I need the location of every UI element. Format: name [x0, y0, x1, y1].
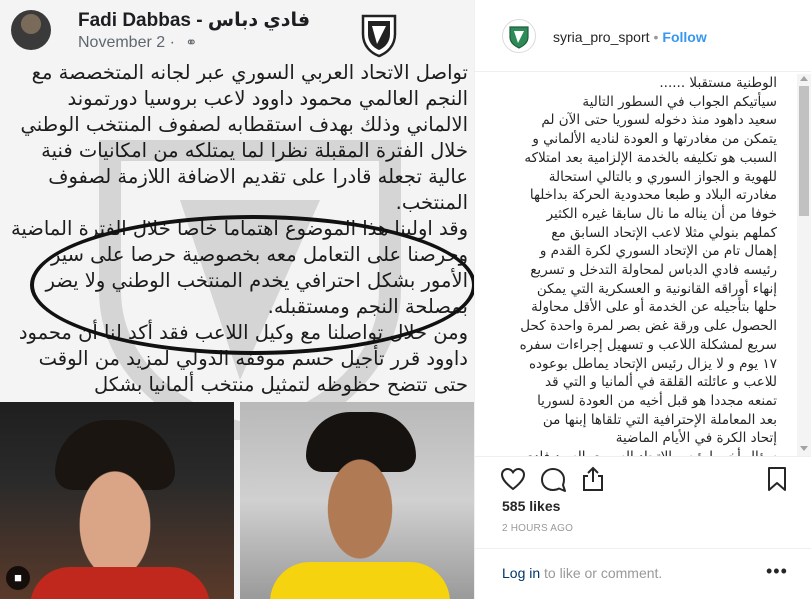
scroll-up-arrow[interactable]: [800, 76, 808, 81]
caption-line: مغادرته البلاد و طبعا محدودية الحركة بدا…: [529, 187, 777, 204]
caption-line: إهمال تام من الإتحاد السوري لكرة القدم و: [539, 243, 777, 260]
shield-logo-icon: [509, 26, 529, 49]
caption-line: إتحاد الكرة في الأيام الماضية: [615, 430, 777, 447]
facebook-date-separator: ·: [169, 34, 175, 51]
caption-line: تمنعه مجددا هو قبل أخيه من العودة لسوريا: [537, 392, 777, 409]
caption-line: رئيسه فادي الدباس لمحاولة التدخل و تسريع: [530, 262, 777, 279]
post-timestamp[interactable]: 2 HOURS AGO: [502, 523, 573, 534]
caption-line: سريع لمشكلة اللاعب و تسهيل إجراءات سفره: [519, 336, 777, 353]
caption-line: كملهم بنولي مثلا لاعب الإتحاد السابق مع: [551, 224, 777, 241]
caption-line: إنهاء أوراقه القانونية و العسكرية التي ي…: [536, 280, 777, 297]
caption-line: ١٧ يوم و لا يزال رئيس الإتحاد يماطل بوعو…: [528, 355, 777, 372]
player-shirt: [270, 562, 450, 599]
comment-icon[interactable]: [539, 465, 567, 493]
player-photo-right: [240, 402, 474, 599]
post-sidebar: syria_pro_sport • Follow الوطنية مستقبلا .…: [474, 0, 811, 599]
post-caption: الوطنية مستقبلا ...... سيأتيكم الجواب في …: [497, 74, 777, 456]
caption-line: سعيد داهود منذ دخوله لسوريا حتى الآن لم: [541, 112, 777, 129]
facebook-post-header: Fadi Dabbas - فادي دباس November 2 · ⚭: [0, 0, 474, 62]
profile-username[interactable]: syria_pro_sport: [553, 29, 650, 45]
header-user-line: syria_pro_sport • Follow: [553, 29, 707, 45]
caption-scrollbar[interactable]: [797, 74, 811, 456]
post-image[interactable]: Fadi Dabbas - فادي دباس November 2 · ⚭ ت…: [0, 0, 474, 599]
bookmark-icon[interactable]: [763, 465, 791, 493]
like-count[interactable]: 585 likes: [502, 498, 560, 514]
facebook-avatar: [11, 10, 51, 50]
more-options-icon[interactable]: •••: [766, 561, 788, 582]
player-shirt: [30, 567, 210, 599]
scroll-down-arrow[interactable]: [800, 446, 808, 451]
player-photo-left: [0, 402, 234, 599]
caption-line: السبب هو تكليفه بالخدمة الإلزامية بعد ام…: [524, 149, 777, 166]
login-prompt-text: to like or comment.: [540, 565, 663, 581]
facebook-date-text: November 2: [78, 34, 166, 51]
post-actions: [475, 456, 811, 500]
caption-line: الحصول على ورقة غض بصر لمرة واحدة كحل: [520, 318, 777, 335]
caption-line: يتمكن من مغادرتها و العودة لناديه الألما…: [532, 131, 777, 148]
follow-button[interactable]: Follow: [662, 29, 706, 45]
post-paragraph-3: ومن خلال تواصلنا مع وكيل اللاعب فقد أكد …: [18, 321, 468, 396]
caption-line: للهوية و الجواز السوري و بالتالي استحالة: [548, 168, 777, 185]
header-separator: •: [653, 29, 659, 45]
facebook-author-name: Fadi Dabbas - فادي دباس: [78, 10, 311, 31]
scroll-thumb[interactable]: [799, 86, 809, 216]
caption-line: سيأتيكم الجواب في السطور التالية: [582, 93, 777, 110]
share-icon[interactable]: [579, 465, 607, 493]
heart-icon[interactable]: [499, 465, 527, 493]
post-paragraph-1: تواصل الاتحاد العربي السوري عبر لجانه ال…: [20, 61, 468, 214]
caption-line: حلها بتأجيله عن الخدمة أو على الأقل محاو…: [531, 299, 777, 316]
profile-avatar[interactable]: [502, 19, 536, 53]
caption-line: الوطنية مستقبلا ......: [659, 75, 777, 91]
post-arabic-text: تواصل الاتحاد العربي السوري عبر لجانه ال…: [6, 60, 468, 402]
caption-line: بعد المعاملة الإحترافية التي تلقاها إبنه…: [542, 411, 777, 428]
user-tag-icon[interactable]: ■: [6, 566, 30, 590]
post-header: syria_pro_sport • Follow: [475, 0, 811, 72]
player-face: [310, 432, 410, 572]
login-prompt: Log in to like or comment.: [502, 565, 662, 581]
globe-icon: ⚭: [185, 34, 198, 50]
caption-line: خوفا من أن يناله ما نال سابقا غيره الكثي…: [546, 205, 777, 222]
facebook-post-date: November 2 · ⚭: [78, 34, 197, 52]
caption-line: للاعب و عائلته القلقة في ألمانيا و التي …: [545, 374, 777, 391]
caption-line: سؤال أخير لرئيس الإتحاد السوري السيد فاد…: [497, 448, 777, 456]
club-shield-logo: [361, 14, 397, 58]
login-link[interactable]: Log in: [502, 565, 540, 581]
post-paragraph-2: وقد اولينا هذا الموضوع اهتماما خاصا خلال…: [10, 217, 468, 318]
comment-bar: Log in to like or comment. •••: [475, 548, 811, 599]
